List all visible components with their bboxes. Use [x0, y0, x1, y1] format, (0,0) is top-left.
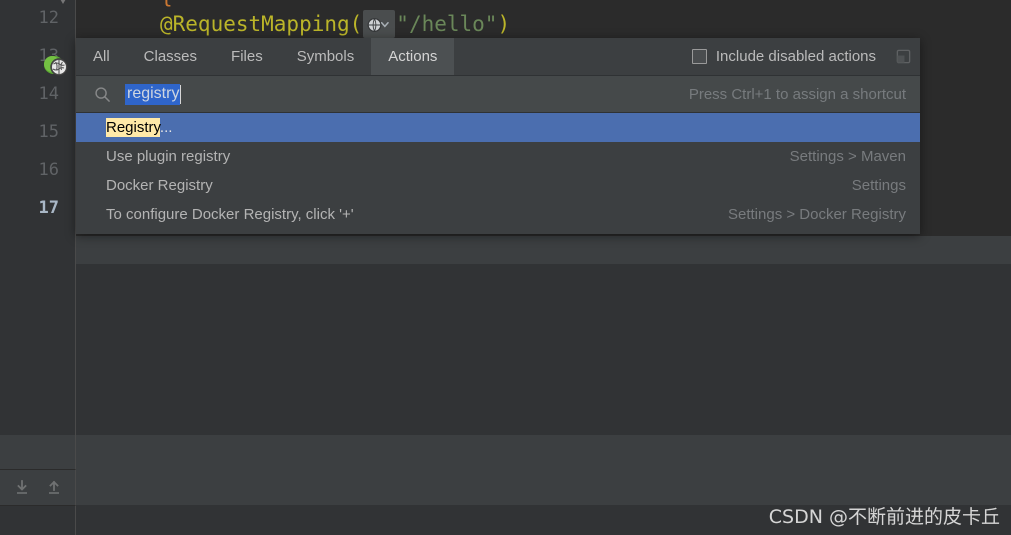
- search-input-row[interactable]: registry Press Ctrl+1 to assign a shortc…: [76, 76, 920, 113]
- result-row-use-plugin-registry[interactable]: Use plugin registry Settings > Maven: [76, 142, 920, 171]
- code-line-request-mapping[interactable]: @RequestMapping( "/hello"): [160, 10, 510, 39]
- line-number-current: 17: [38, 198, 59, 218]
- line-number: 16: [38, 160, 59, 180]
- gutter-bottom: [0, 506, 76, 535]
- search-input-value: registry: [125, 83, 181, 105]
- app-root: 12 13 14 15 16 17 @RequestMapping("/hel…: [0, 0, 1011, 535]
- result-label: Registry...: [106, 118, 173, 137]
- upload-arrow-icon[interactable]: [45, 479, 63, 497]
- search-everywhere-tabs[interactable]: All Classes Files Symbols Actions Includ…: [76, 38, 920, 76]
- result-match-highlight: Registry: [106, 118, 160, 137]
- result-label: Docker Registry: [106, 177, 213, 194]
- text-caret: [180, 84, 182, 104]
- gutter-strip: [0, 435, 76, 470]
- line-number: 12: [38, 8, 59, 28]
- tabs-spacer: [454, 38, 691, 75]
- tab-symbols[interactable]: Symbols: [280, 38, 372, 75]
- tab-files[interactable]: Files: [214, 38, 280, 75]
- download-arrow-icon[interactable]: [13, 479, 31, 497]
- checkbox-box-icon[interactable]: [691, 49, 707, 64]
- gutter-toolbar[interactable]: [0, 470, 76, 506]
- shortcut-hint: Press Ctrl+1 to assign a shortcut: [688, 85, 906, 103]
- result-path: Settings > Maven: [789, 148, 906, 165]
- editor-lower-panel: [76, 264, 1011, 435]
- line-number: 15: [38, 122, 59, 142]
- search-input[interactable]: registry: [125, 83, 677, 105]
- result-path: Settings: [851, 177, 906, 194]
- search-results-list[interactable]: Registry... Use plugin registry Settings…: [76, 113, 920, 234]
- inline-hint-chip[interactable]: [363, 10, 396, 38]
- tab-all[interactable]: All: [76, 38, 127, 75]
- code-close-paren-token: ): [497, 12, 511, 36]
- editor-gutter[interactable]: 12 13 14 15 16 17: [0, 0, 76, 435]
- caret-marker-icon: [56, 0, 70, 4]
- code-annotation-token: @RequestMapping(: [160, 12, 363, 36]
- watermark: CSDN @不断前进的皮卡丘: [768, 506, 1000, 528]
- result-row-registry[interactable]: Registry...: [76, 113, 920, 142]
- line-number: 14: [38, 84, 59, 104]
- search-everywhere-popup[interactable]: All Classes Files Symbols Actions Includ…: [76, 38, 920, 234]
- result-row-docker-registry[interactable]: Docker Registry Settings: [76, 171, 920, 200]
- result-label: Use plugin registry: [106, 148, 231, 165]
- tab-actions[interactable]: Actions: [371, 38, 455, 75]
- include-disabled-actions-label: Include disabled actions: [715, 48, 876, 65]
- result-label: To configure Docker Registry, click '+': [106, 206, 354, 223]
- include-disabled-actions-checkbox[interactable]: Include disabled actions: [691, 38, 886, 75]
- spring-web-mapping-icon[interactable]: [40, 50, 72, 82]
- tab-classes[interactable]: Classes: [127, 38, 214, 75]
- code-partial-top: {: [160, 0, 173, 8]
- result-suffix: ...: [159, 119, 173, 136]
- result-row-configure-docker-registry[interactable]: To configure Docker Registry, click '+' …: [76, 200, 920, 229]
- open-in-window-icon[interactable]: [886, 38, 920, 75]
- code-string-token: "/hello": [396, 12, 498, 36]
- result-path: Settings > Docker Registry: [728, 206, 906, 223]
- search-icon: [94, 86, 111, 103]
